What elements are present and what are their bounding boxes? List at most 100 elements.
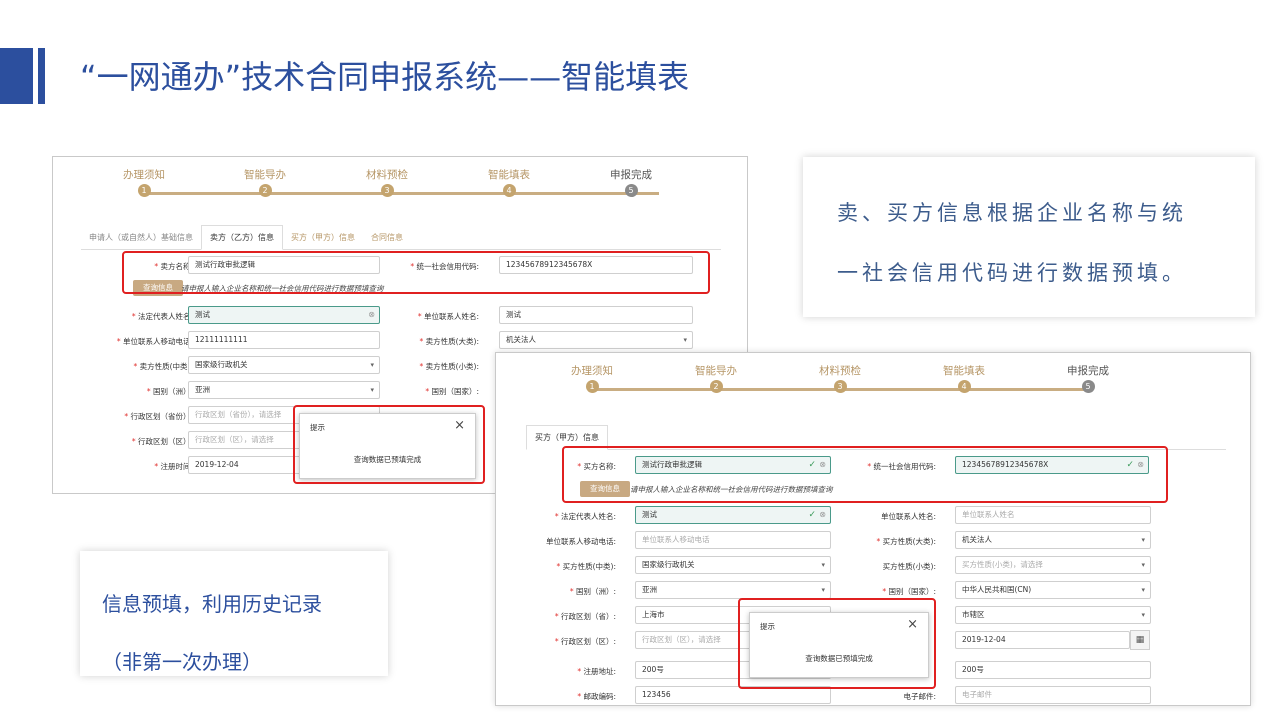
buyer-form-screenshot: 办理须知 1 智能导办 2 材料预检 3 智能填表 4 申报完成 5 买方（甲方）信息 *… [495,352,1251,706]
nature-big-select[interactable]: 机关法人 ▾ [499,331,693,349]
contact-name-label: 单位联系人姓名: [880,512,936,521]
step-4[interactable]: 智能填表 4 [904,363,1024,393]
step-label: 材料预检 [819,365,861,377]
step-number: 4 [502,184,516,197]
nature-small-label: * 卖方性质(小类): [419,362,479,371]
progress-steps: 办理须知 1 智能导办 2 材料预检 3 智能填表 4 申报完成 5 [53,167,747,201]
step-number: 4 [957,380,971,393]
step-number: 5 [1081,380,1095,393]
check-icon: ✓ [808,510,816,520]
step-2[interactable]: 智能导办 2 [656,363,776,393]
calendar-icon[interactable]: ▦ [1130,630,1150,650]
email-field[interactable]: 电子邮件 [955,686,1151,704]
callout-text-line: 卖、买方信息根据企业名称与统 [837,201,1187,225]
prefill-callout: 卖、买方信息根据企业名称与统 一社会信用代码进行数据预填。 [803,157,1255,317]
legal-rep-field[interactable]: 测试 ⊗ [188,306,380,324]
continent-select[interactable]: 亚洲 ▾ [188,381,380,399]
step-label: 办理须知 [571,365,613,377]
chevron-down-icon: ▾ [1141,586,1145,594]
continent-select[interactable]: 亚洲 ▾ [635,581,831,599]
legal-rep-label: * 法定代表人姓名: [131,312,193,321]
postcode-label: * 邮政编码: [577,692,616,701]
address-right-field[interactable]: 200号 [955,661,1151,679]
step-number: 3 [833,380,847,393]
progress-steps: 办理须知 1 智能导办 2 材料预检 3 智能填表 4 申报完成 5 [496,363,1250,397]
nature-mid-label: * 卖方性质(中类): [133,362,193,371]
chevron-down-icon: ▾ [1141,561,1145,569]
step-1[interactable]: 办理须知 1 [532,363,652,393]
step-1[interactable]: 办理须知 1 [84,167,204,197]
callout-text-line: 信息预填，利用历史记录 [102,592,322,616]
district-label: * 行政区划（区）: [131,437,193,446]
highlight-buyer-query [562,446,1168,503]
step-label: 智能导办 [244,169,286,181]
slide: “一网通办”技术合同申报系统——智能填表 办理须知 1 智能导办 2 材料预检 3 智… [0,0,1280,720]
step-number: 1 [585,380,599,393]
contact-phone-label: * 单位联系人移动电话: [116,337,193,346]
province-label: * 行政区划（省份）: [124,412,193,421]
district-right-select[interactable]: 市辖区 ▾ [955,606,1151,624]
tab-seller-info[interactable]: 卖方（乙方）信息 [201,225,283,250]
nature-mid-select[interactable]: 国家级行政机关 ▾ [635,556,831,574]
continent-label: * 国别（洲）: [146,387,193,396]
contact-name-field[interactable]: 测试 [499,306,693,324]
continent-label: * 国别（洲）: [569,587,616,596]
title-accent-stripe [38,48,45,104]
step-number: 2 [709,380,723,393]
province-label: * 行政区划（省）: [554,612,616,621]
slide-title: “一网通办”技术合同申报系统——智能填表 [80,58,690,96]
chevron-down-icon: ▾ [1141,536,1145,544]
nature-big-label: * 卖方性质(大类): [419,337,479,346]
reg-time-field[interactable]: 2019-12-04 [955,631,1130,649]
step-label: 智能填表 [488,169,530,181]
contact-name-label: * 单位联系人姓名: [417,312,479,321]
highlight-dialog [738,598,936,689]
email-label: 电子邮件: [903,692,936,701]
tab-contract-info[interactable]: 合同信息 [363,226,411,249]
title-accent-bar [0,48,33,104]
contact-name-field[interactable]: 单位联系人姓名 [955,506,1151,524]
reg-time-label: * 注册时间: [154,462,193,471]
contact-phone-label: 单位联系人移动电话: [545,537,616,546]
step-label: 智能填表 [943,365,985,377]
legal-rep-label: * 法定代表人姓名: [554,512,616,521]
history-callout: 信息预填，利用历史记录 （非第一次办理） [80,551,388,676]
step-label: 材料预检 [366,169,408,181]
step-3[interactable]: 材料预检 3 [780,363,900,393]
step-5[interactable]: 申报完成 5 [571,167,691,197]
step-number: 3 [380,184,394,197]
nature-small-label: 买方性质(小类): [882,562,936,571]
contact-phone-field[interactable]: 单位联系人移动电话 [635,531,831,549]
step-number: 5 [624,184,638,197]
nature-mid-label: * 买方性质(中类): [556,562,616,571]
nature-small-select[interactable]: 买方性质(小类)，请选择 ▾ [955,556,1151,574]
step-2[interactable]: 智能导办 2 [205,167,325,197]
clear-icon[interactable]: ⊗ [819,507,826,523]
nature-big-label: * 买方性质(大类): [876,537,936,546]
highlight-seller-query [122,251,710,294]
step-3[interactable]: 材料预检 3 [327,167,447,197]
step-4[interactable]: 智能填表 4 [449,167,569,197]
country-label: * 国别（国家）: [425,387,479,396]
step-number: 2 [258,184,272,197]
country-select[interactable]: 中华人民共和国(CN) ▾ [955,581,1151,599]
step-5[interactable]: 申报完成 5 [1028,363,1148,393]
contact-phone-field[interactable]: 12111111111 [188,331,380,349]
tab-applicant-info[interactable]: 申请人（或自然人）基础信息 [81,226,201,249]
address-label: * 注册地址: [577,667,616,676]
step-label: 申报完成 [610,169,652,181]
chevron-down-icon: ▾ [821,561,825,569]
step-number: 1 [137,184,151,197]
district-label: * 行政区划（区）: [554,637,616,646]
step-label: 办理须知 [123,169,165,181]
callout-text-line: 一社会信用代码进行数据预填。 [837,261,1187,285]
chevron-down-icon: ▾ [1141,611,1145,619]
step-label: 申报完成 [1067,365,1109,377]
form-tabs: 申请人（或自然人）基础信息 卖方（乙方）信息 买方（甲方）信息 合同信息 [81,225,721,250]
nature-mid-select[interactable]: 国家级行政机关 ▾ [188,356,380,374]
step-label: 智能导办 [695,365,737,377]
callout-text-line: （非第一次办理） [102,650,262,674]
tab-buyer-info[interactable]: 买方（甲方）信息 [283,226,363,249]
legal-rep-field[interactable]: 测试 ✓ ⊗ [635,506,831,524]
nature-big-select[interactable]: 机关法人 ▾ [955,531,1151,549]
